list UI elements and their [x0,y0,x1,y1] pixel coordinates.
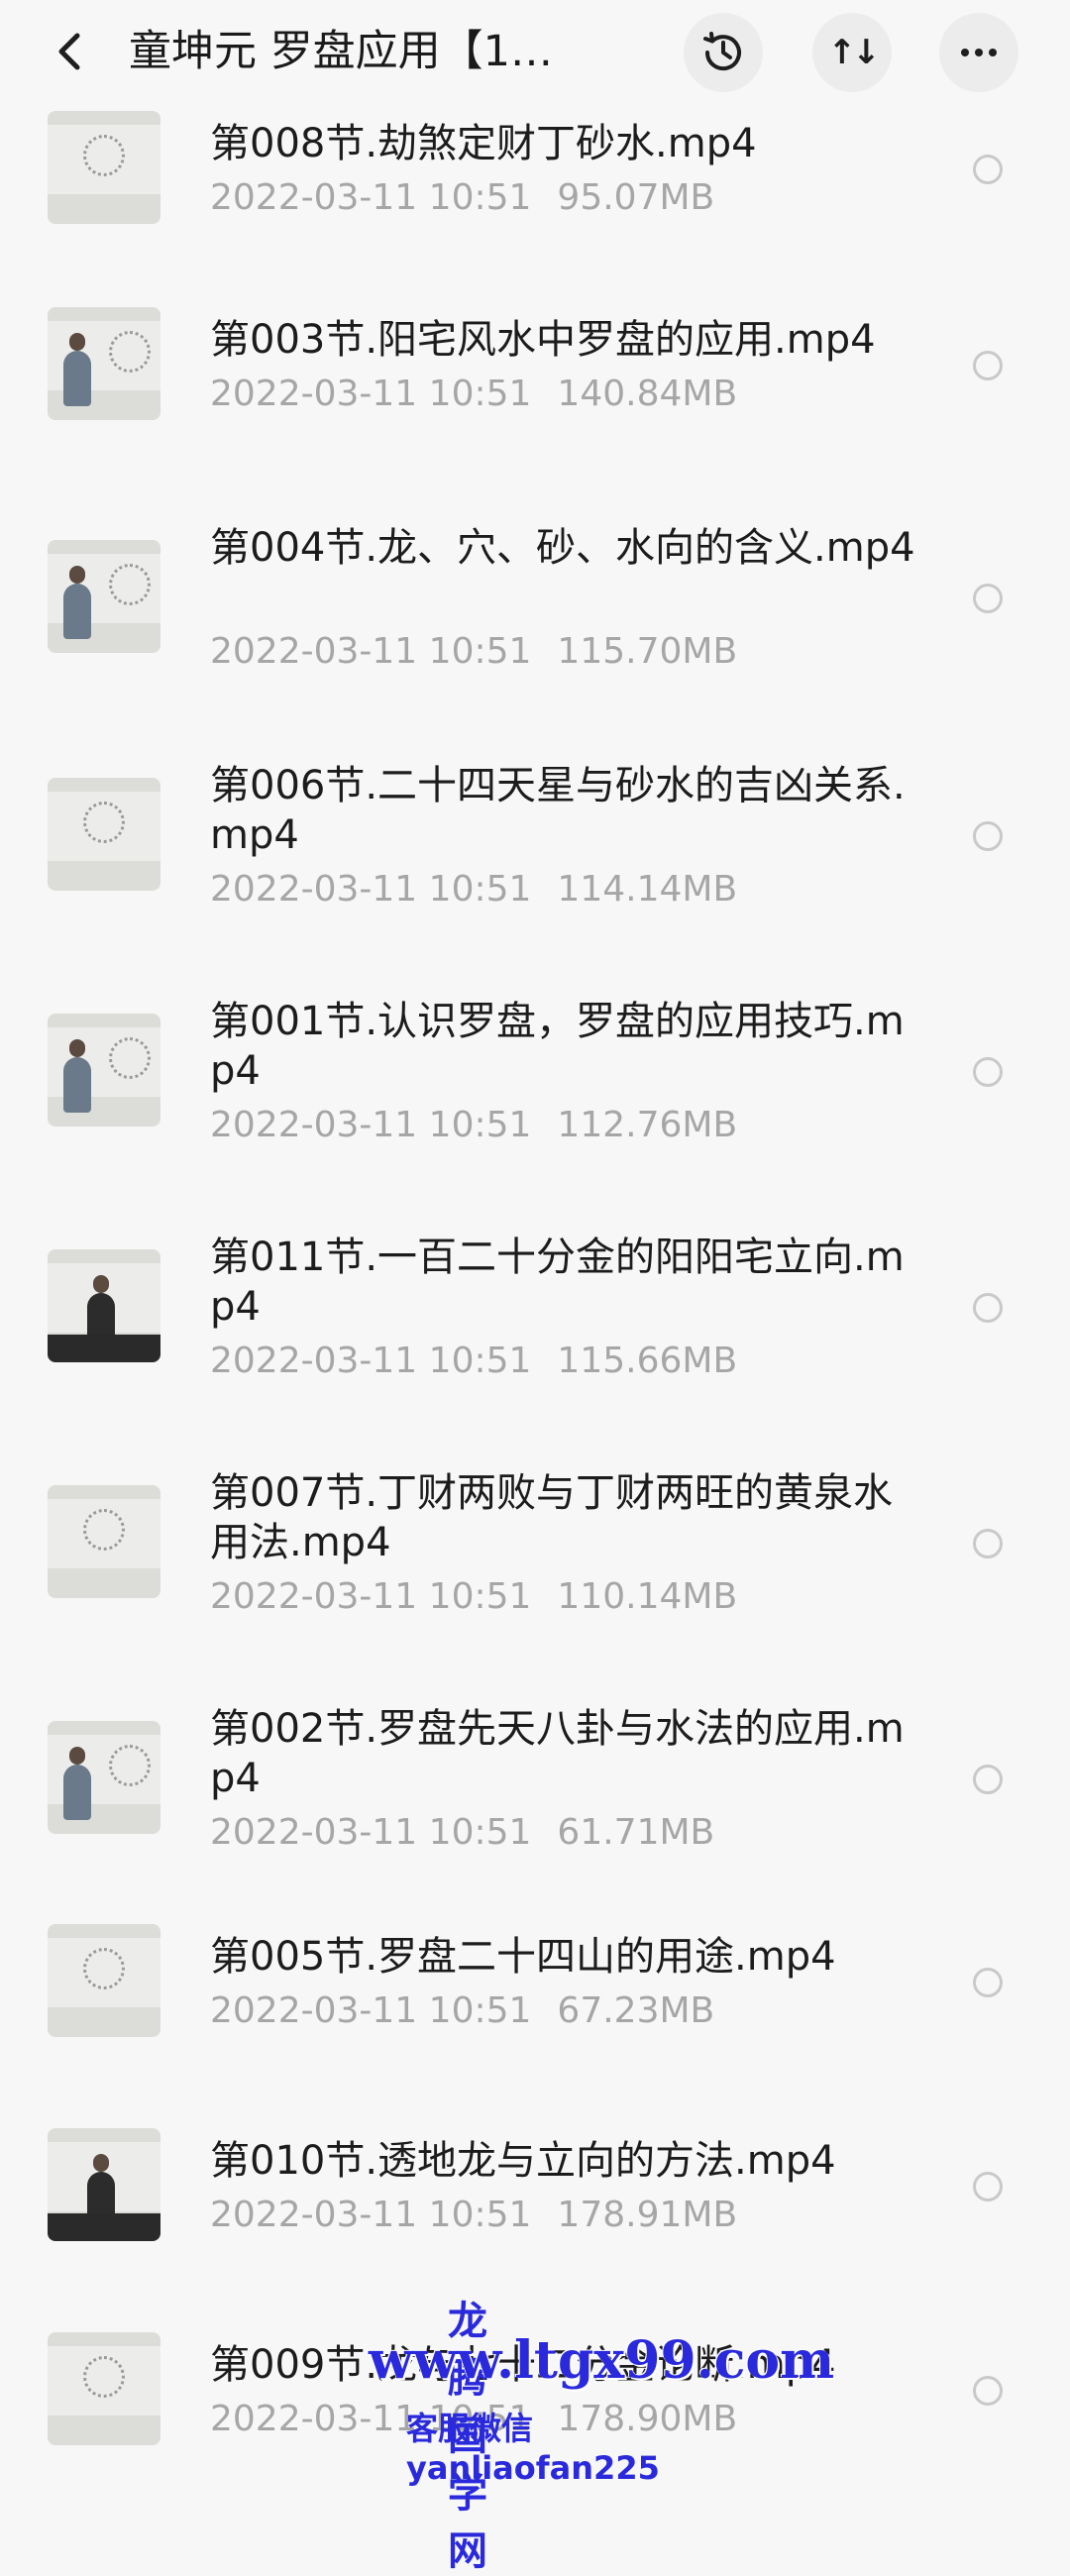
file-size: 95.07MB [557,177,715,218]
video-thumbnail[interactable] [48,778,160,891]
file-name: 第011节.一百二十分金的阳阳宅立向.mp4 [210,1234,905,1330]
file-time: 10:51 [428,1105,532,1145]
file-meta: 2022-03-11 10:51 115.66MB [210,1340,737,1383]
select-radio[interactable] [973,1765,1003,1794]
file-date: 2022-03-11 [210,1812,418,1853]
select-radio[interactable] [973,584,1003,613]
file-time: 10:51 [428,631,532,672]
video-thumbnail[interactable] [48,1924,160,2037]
file-date: 2022-03-11 [210,1576,418,1617]
select-radio[interactable] [973,155,1003,184]
file-time: 10:51 [428,1576,532,1617]
clock-history-icon [703,32,741,71]
select-radio[interactable] [973,2376,1003,2406]
file-date: 2022-03-11 [210,177,418,218]
history-button[interactable] [684,13,763,92]
more-dots-icon [961,49,997,56]
file-size: 115.70MB [557,631,738,672]
file-date: 2022-03-11 [210,374,418,414]
select-radio[interactable] [973,1529,1003,1558]
file-size: 110.14MB [557,1576,738,1617]
video-thumbnail[interactable] [48,1721,160,1834]
video-thumbnail[interactable] [48,1249,160,1362]
file-meta: 2022-03-11 10:51 114.14MB [210,868,737,912]
file-name: 第004节.龙、穴、砂、水向的含义.mp4 [210,525,915,571]
file-date: 2022-03-11 [210,869,418,910]
file-name: 第005节.罗盘二十四山的用途.mp4 [210,1934,836,1980]
select-radio[interactable] [973,1293,1003,1323]
file-name: 第006节.二十四天星与砂水的吉凶关系.mp4 [210,763,906,858]
back-chevron-icon [58,33,80,70]
video-thumbnail[interactable] [48,1485,160,1598]
file-date: 2022-03-11 [210,2195,418,2235]
file-name: 第007节.丁财两败与丁财两旺的黄泉水用法.mp4 [210,1470,894,1565]
file-date: 2022-03-11 [210,631,418,672]
file-time: 10:51 [428,374,532,414]
file-meta: 2022-03-11 10:51 95.07MB [210,176,714,220]
select-radio[interactable] [973,821,1003,851]
file-size: 140.84MB [557,374,738,414]
file-meta: 2022-03-11 10:51 140.84MB [210,373,737,416]
page-title: 童坤元 罗盘应用【1… [129,27,554,76]
file-time: 10:51 [428,2195,532,2235]
video-thumbnail[interactable] [48,2332,160,2445]
sort-button[interactable]: ↑↓ [812,13,892,92]
file-name: 第003节.阳宅风水中罗盘的应用.mp4 [210,317,876,363]
sort-icon: ↑↓ [827,33,881,72]
file-date: 2022-03-11 [210,2399,418,2439]
file-name: 第002节.罗盘先天八卦与水法的应用.mp4 [210,1706,905,1801]
file-date: 2022-03-11 [210,1341,418,1381]
select-radio[interactable] [973,2172,1003,2201]
video-thumbnail[interactable] [48,111,160,224]
file-meta: 2022-03-11 10:51 112.76MB [210,1104,737,1147]
select-radio[interactable] [973,1057,1003,1087]
video-thumbnail[interactable] [48,307,160,420]
file-time: 10:51 [428,1812,532,1853]
file-time: 10:51 [428,177,532,218]
file-meta: 2022-03-11 10:51 67.23MB [210,1989,714,2033]
file-name: 第010节.透地龙与立向的方法.mp4 [210,2138,836,2184]
file-size: 114.14MB [557,869,738,910]
video-thumbnail[interactable] [48,540,160,653]
file-meta: 2022-03-11 10:51 178.91MB [210,2194,737,2237]
file-time: 10:51 [428,1341,532,1381]
file-date: 2022-03-11 [210,1105,418,1145]
top-bar: 童坤元 罗盘应用【1… ↑↓ [0,0,1070,103]
file-size: 112.76MB [557,1105,738,1145]
file-meta: 2022-03-11 10:51 115.70MB [210,630,737,674]
watermark-contact: 客服微信 yanliaofan225 [406,2410,660,2487]
file-name: 第008节.劫煞定财丁砂水.mp4 [210,121,757,166]
file-meta: 2022-03-11 10:51 61.71MB [210,1811,714,1855]
back-button[interactable] [48,28,95,75]
file-time: 10:51 [428,1990,532,2031]
file-size: 67.23MB [557,1990,715,2031]
select-radio[interactable] [973,1968,1003,1997]
more-button[interactable] [939,13,1018,92]
file-date: 2022-03-11 [210,1990,418,2031]
select-radio[interactable] [973,351,1003,380]
file-time: 10:51 [428,869,532,910]
file-size: 115.66MB [557,1341,738,1381]
file-size: 61.71MB [557,1812,715,1853]
file-meta: 2022-03-11 10:51 110.14MB [210,1575,737,1619]
file-name: 第001节.认识罗盘，罗盘的应用技巧.mp4 [210,999,905,1094]
watermark-url: www.ltgx99.com [369,2330,835,2391]
video-thumbnail[interactable] [48,1014,160,1127]
file-size: 178.91MB [557,2195,738,2235]
video-thumbnail[interactable] [48,2128,160,2241]
